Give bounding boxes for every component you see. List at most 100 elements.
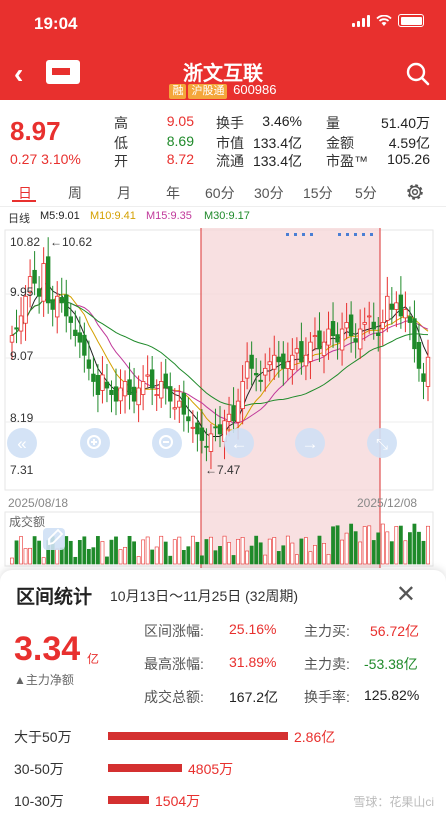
search-icon[interactable] [406,62,430,86]
volume-bar [389,541,394,565]
ma15-value: M15:9.35 [146,210,192,222]
tab-month[interactable]: 月 [117,183,131,203]
scroll-start-button[interactable]: « [7,428,37,458]
stock-code: 600986 [233,82,277,97]
volume-bar [263,554,268,565]
volume-bar [190,535,195,565]
candle-body [244,361,250,379]
zoom-out-button[interactable] [152,428,182,458]
volume-bar [123,546,127,565]
candle-body [73,329,78,337]
kline-chart[interactable]: 10.82 9.95 9.07 8.19 7.31 ←10.62 ←7.47 2… [0,222,446,568]
volume-bar [96,536,100,565]
candle-body [140,381,146,395]
stat-label: 最高涨幅: [144,656,204,672]
stat-value: 51.40万 [380,115,430,131]
y-tick: 9.07 [10,349,34,363]
volume-bar [322,542,326,565]
close-icon[interactable]: ✕ [396,580,416,609]
candle-body [299,341,304,363]
low-annotation: ←7.47 [205,463,241,477]
candle-body [50,299,55,310]
candle-body [258,379,263,382]
candle-body [317,330,322,350]
candle-body [204,445,209,448]
edit-icon[interactable] [43,528,65,550]
volume-bar [380,523,385,565]
candle-body [41,263,46,302]
candle-body [95,374,101,395]
signal-icon [352,14,370,27]
volume-bar [218,546,222,565]
candle-body [285,361,291,369]
candle-body [235,400,241,423]
candle-body [303,354,309,367]
volume-bar [213,550,218,565]
scroll-left-button[interactable]: ← [224,428,254,458]
stat-value: 3.46% [262,113,302,129]
high-annotation: ←10.62 [50,235,92,249]
stat-value: 31.89% [229,654,277,670]
candle-body [199,427,205,441]
stat-value: -53.38亿 [364,656,418,672]
tab-year[interactable]: 年 [166,183,180,203]
candle-body [64,294,69,317]
scroll-right-button[interactable]: → [295,428,325,458]
volume-bar [59,547,64,565]
fullscreen-button[interactable]: ⤡ [367,428,397,458]
watermark: 雪球：花果山ci [353,795,434,809]
candle-body [339,328,345,351]
candle-body [380,322,385,329]
volume-bar [249,545,254,565]
volume-bar [290,542,295,565]
tab-60min[interactable]: 60分 [205,183,235,203]
volume-bar [105,556,109,565]
candle-body [32,269,37,284]
volume-bar [136,556,141,565]
stat-label: 金额 [326,135,354,151]
candle-body [231,405,236,422]
wifi-icon [376,14,392,26]
volume-bar [367,525,372,565]
candle-body [145,374,150,377]
candle-body [82,334,87,356]
volume-bar [353,531,358,565]
candle-body [398,294,404,317]
candle-body [68,316,73,323]
stat-value: 9.05 [166,113,194,129]
zoom-in-button[interactable] [80,428,110,458]
tab-15min[interactable]: 15分 [303,183,333,203]
tab-5min[interactable]: 5分 [355,183,377,203]
volume-bar [299,538,304,565]
volume-bar [340,539,344,565]
stat-value: 133.4亿 [252,135,302,151]
volume-bar [236,538,240,565]
volume-bar [41,557,46,565]
tab-30min[interactable]: 30分 [254,183,284,203]
volume-bar [371,540,376,565]
volume-bar [145,536,150,565]
tab-week[interactable]: 周 [68,183,82,203]
stock-subtitle: 融沪股通 600986 [0,82,446,99]
volume-bar [276,551,281,565]
volume-bar [10,557,14,565]
volume-bar [313,545,317,565]
candle-body [421,373,426,382]
volume-bar [64,536,69,565]
volume-bar [109,539,114,565]
stat-label: 高 [114,115,128,131]
candle-body [276,356,281,363]
svg-text:⤡: ⤡ [376,436,388,453]
stat-value: 105.26 [387,151,430,167]
tab-indicator [12,200,36,202]
candle-body [208,433,214,452]
candle-body [312,335,318,338]
gear-icon[interactable] [404,181,426,203]
candle-body [91,373,96,382]
candle-body [240,381,245,410]
volume-bar [222,535,227,565]
candle-body [172,407,177,410]
volume-bar [200,555,204,565]
volume-bar [181,550,186,565]
status-time: 19:04 [34,14,78,33]
